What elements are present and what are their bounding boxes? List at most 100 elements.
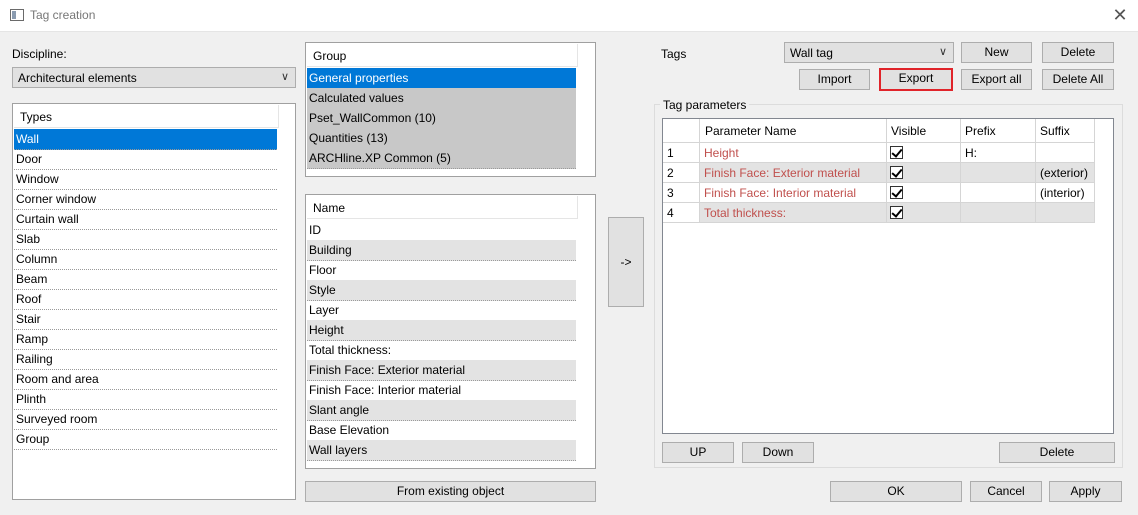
type-item-label: Column [16, 252, 58, 266]
param-cell-name[interactable]: Total thickness: [700, 203, 887, 223]
up-button[interactable]: UP [662, 442, 734, 463]
param-cell-visible[interactable] [887, 203, 961, 223]
param-cell-name[interactable]: Finish Face: Interior material [700, 183, 887, 203]
param-cell-visible[interactable] [887, 163, 961, 183]
param-cell-index[interactable]: 1 [663, 143, 700, 163]
param-cell-visible[interactable] [887, 183, 961, 203]
type-item[interactable]: Beam [14, 269, 277, 290]
discipline-dropdown[interactable]: Architectural elements ∨ [12, 67, 296, 88]
type-item[interactable]: Plinth [14, 389, 277, 410]
type-item[interactable]: Stair [14, 309, 277, 330]
name-item[interactable]: ID [307, 220, 576, 241]
param-cell-suffix[interactable] [1036, 203, 1095, 223]
name-item[interactable]: Layer [307, 300, 576, 321]
type-item[interactable]: Corner window [14, 189, 277, 210]
group-list[interactable]: Group General properties Calculated value… [305, 42, 596, 177]
name-item-label: Style [309, 283, 336, 297]
down-button[interactable]: Down [742, 442, 814, 463]
visible-checkbox[interactable] [890, 146, 903, 159]
name-item[interactable]: Finish Face: Exterior material [307, 360, 576, 381]
param-cell-index[interactable]: 2 [663, 163, 700, 183]
close-icon[interactable]: ✕ [1106, 4, 1134, 26]
type-item[interactable]: Window [14, 169, 277, 190]
export-button[interactable]: Export [879, 68, 953, 91]
visible-checkbox[interactable] [890, 186, 903, 199]
delete-parameter-button[interactable]: Delete [999, 442, 1115, 463]
window-title: Tag creation [30, 8, 96, 22]
visible-checkbox[interactable] [890, 206, 903, 219]
type-item-label: Room and area [16, 372, 99, 386]
export-all-button[interactable]: Export all [961, 69, 1032, 90]
param-cell-prefix[interactable] [961, 203, 1036, 223]
name-item[interactable]: Total thickness: [307, 340, 576, 361]
param-cell-prefix[interactable] [961, 163, 1036, 183]
type-item[interactable]: Group [14, 429, 277, 450]
type-item[interactable]: Roof [14, 289, 277, 310]
name-item[interactable]: Slant angle [307, 400, 576, 421]
name-item-label: Finish Face: Exterior material [309, 363, 466, 377]
param-cell-suffix[interactable] [1036, 143, 1095, 163]
from-existing-object-button[interactable]: From existing object [305, 481, 596, 502]
delete-tag-button[interactable]: Delete [1042, 42, 1114, 63]
new-button[interactable]: New [961, 42, 1032, 63]
type-item-label: Stair [16, 312, 41, 326]
type-item[interactable]: Railing [14, 349, 277, 370]
prefix-header[interactable]: Prefix [961, 119, 1036, 143]
param-cell-suffix[interactable]: (interior) [1036, 183, 1095, 203]
type-item-label: Slab [16, 232, 41, 246]
ok-button[interactable]: OK [830, 481, 962, 502]
group-item[interactable]: Quantities (13) [307, 128, 576, 149]
param-cell-index[interactable]: 3 [663, 183, 700, 203]
param-cell-suffix[interactable]: (exterior) [1036, 163, 1095, 183]
param-cell-name[interactable]: Finish Face: Exterior material [700, 163, 887, 183]
tag-parameters-table[interactable]: Parameter Name Visible Prefix Suffix 1 Height… [662, 118, 1114, 434]
param-cell-visible[interactable] [887, 143, 961, 163]
name-item-label: Slant angle [309, 403, 370, 417]
suffix-header[interactable]: Suffix [1036, 119, 1095, 143]
type-item[interactable]: Column [14, 249, 277, 270]
param-cell-prefix[interactable] [961, 183, 1036, 203]
name-list[interactable]: Name ID Building Floor Style Layer Height Tota… [305, 194, 596, 469]
add-parameter-button[interactable]: -> [608, 217, 644, 307]
group-item-label: Quantities (13) [309, 131, 388, 145]
import-button[interactable]: Import [799, 69, 870, 90]
group-item[interactable]: ARCHline.XP Common (5) [307, 148, 576, 169]
cancel-button[interactable]: Cancel [970, 481, 1042, 502]
tag-dropdown[interactable]: Wall tag ∨ [784, 42, 954, 63]
name-item[interactable]: Finish Face: Interior material [307, 380, 576, 401]
type-item-label: Beam [16, 272, 48, 286]
visible-header[interactable]: Visible [887, 119, 961, 143]
tag-value: Wall tag [790, 46, 833, 60]
type-item[interactable]: Wall [14, 129, 277, 150]
name-item-label: Floor [309, 263, 337, 277]
types-list[interactable]: Types Wall Door Window Corner window Curtain… [12, 103, 296, 500]
group-item[interactable]: Pset_WallCommon (10) [307, 108, 576, 129]
title-bar [0, 0, 1138, 32]
group-item[interactable]: Calculated values [307, 88, 576, 109]
type-item[interactable]: Curtain wall [14, 209, 277, 230]
name-item[interactable]: Base Elevation [307, 420, 576, 441]
type-item[interactable]: Room and area [14, 369, 277, 390]
apply-button[interactable]: Apply [1049, 481, 1122, 502]
parameter-name-header[interactable]: Parameter Name [700, 119, 887, 143]
type-item[interactable]: Ramp [14, 329, 277, 350]
param-cell-name[interactable]: Height [700, 143, 887, 163]
group-item[interactable]: General properties [307, 68, 576, 89]
param-cell-prefix[interactable]: H: [961, 143, 1036, 163]
param-cell-index[interactable]: 4 [663, 203, 700, 223]
name-item[interactable]: Height [307, 320, 576, 341]
type-item[interactable]: Slab [14, 229, 277, 250]
name-item[interactable]: Wall layers [307, 440, 576, 461]
name-item[interactable]: Building [307, 240, 576, 261]
type-item[interactable]: Surveyed room [14, 409, 277, 430]
name-item-label: ID [309, 223, 321, 237]
delete-all-button[interactable]: Delete All [1042, 69, 1114, 90]
name-item-label: Height [309, 323, 344, 337]
index-header[interactable] [663, 119, 700, 143]
name-item-label: Total thickness: [309, 343, 392, 357]
name-item[interactable]: Style [307, 280, 576, 301]
visible-checkbox[interactable] [890, 166, 903, 179]
name-item[interactable]: Floor [307, 260, 576, 281]
name-item-label: Finish Face: Interior material [309, 383, 462, 397]
type-item[interactable]: Door [14, 149, 277, 170]
